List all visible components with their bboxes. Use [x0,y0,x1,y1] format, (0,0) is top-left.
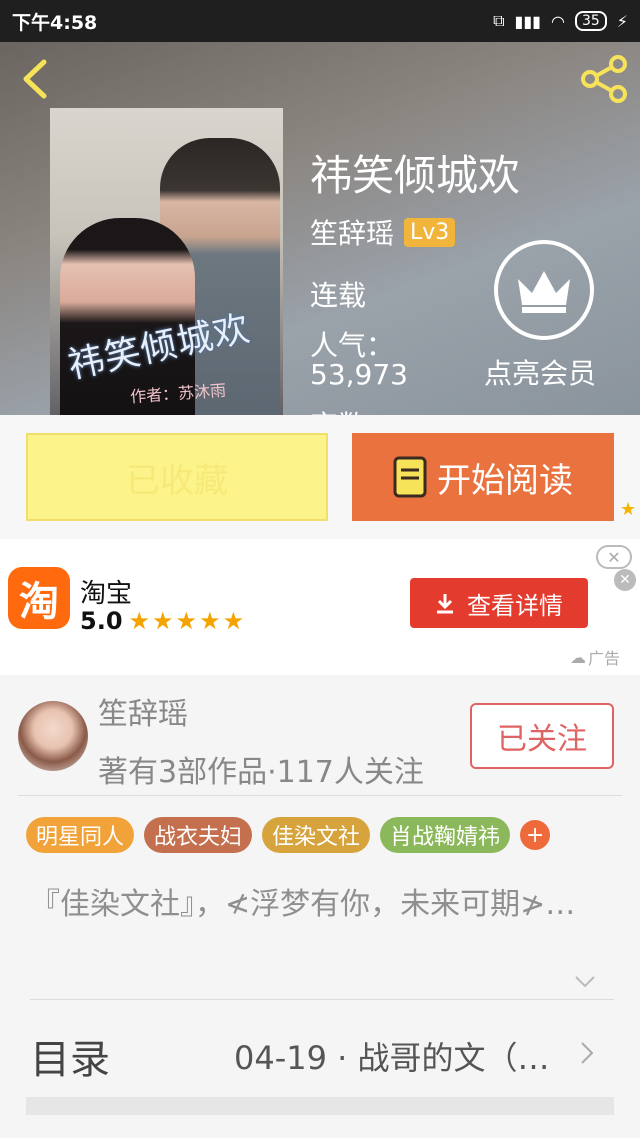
chevron-down-icon[interactable] [574,975,596,989]
signal-icon: ▮▮▮ [514,11,541,31]
popularity-value: 53,973 [310,358,408,391]
author-line: 笙辞瑶 Lv3 [310,212,456,252]
back-icon[interactable] [16,56,56,102]
rotate-icon: ⧉ [493,11,505,30]
ad-stars: ★★★★★ [128,607,247,635]
level-badge: Lv3 [404,217,456,247]
battery-icon: 35 [574,11,607,31]
taobao-logo: 淘 [8,567,70,629]
ad-close-icon[interactable]: ✕ [596,545,632,569]
toc-latest-chapter[interactable]: 04-19 · 战哥的文（… [234,1033,550,1079]
tag-item[interactable]: 佳染文社 [262,817,371,853]
chevron-right-icon[interactable] [580,1041,594,1065]
ad-banner[interactable]: 淘 淘宝 5.0 ★★★★★ 查看详情 ✕ ✕ ☁ 广告 [0,539,640,675]
ad-app-name: 淘宝 [80,579,133,609]
share-icon[interactable] [580,54,628,104]
ad-dismiss-icon[interactable]: ✕ [614,569,636,591]
tag-list: 明星同人 战衣夫妇 佳染文社 肖战鞠婧祎 + [26,817,551,853]
serial-status: 连载 [310,279,367,312]
cloud-icon: ☁ [570,647,586,667]
crown-icon [518,271,570,313]
book-title: 祎笑倾城欢 [310,151,521,200]
author-name[interactable]: 笙辞瑶 [310,212,394,252]
toc-label[interactable]: 目录 [30,1027,110,1085]
tag-item[interactable]: 肖战鞠婧祎 [380,817,511,853]
author-avatar[interactable] [18,701,88,771]
status-bar: 下午4:58 ⧉ ▮▮▮ ◠ 35 ⚡ [0,0,640,42]
ad-rating: 5.0 ★★★★★ [80,607,246,635]
wordcount-label: 字数 [310,404,366,415]
ad-tag-label: 广告 [588,649,621,668]
book-header: 祎笑倾城欢 作者：苏沐雨 祎笑倾城欢 笙辞瑶 Lv3 连载 人气： 53,973… [0,42,640,415]
author-stats: 著有3部作品·117人关注 [98,755,424,790]
star-icon: ★ [620,499,637,520]
wifi-icon: ◠ [550,11,565,31]
start-reading-button[interactable]: 开始阅读 [352,433,614,521]
tag-item[interactable]: 明星同人 [26,817,135,853]
follow-button[interactable]: 已关注 [470,703,614,769]
more-tags-button[interactable]: + [520,820,551,850]
charging-icon: ⚡ [616,11,628,31]
status-time: 下午4:58 [12,11,98,34]
footer-bar [26,1097,614,1115]
book-cover[interactable]: 祎笑倾城欢 作者：苏沐雨 [50,108,283,415]
ad-detail-label: 查看详情 [467,591,563,620]
ad-tag: ☁ 广告 [570,645,620,669]
tag-item[interactable]: 战衣夫妇 [144,817,253,853]
status-icons: ⧉ ▮▮▮ ◠ 35 ⚡ [493,11,628,31]
author-profile-name[interactable]: 笙辞瑶 [98,689,188,733]
vip-button[interactable] [494,240,594,340]
download-icon [437,594,453,614]
author-section: 笙辞瑶 著有3部作品·117人关注 已关注 明星同人 战衣夫妇 佳染文社 肖战鞠… [0,675,640,1138]
collected-button[interactable]: 已收藏 [26,433,328,521]
divider [30,999,614,1000]
start-reading-label: 开始阅读 [437,460,573,501]
book-icon [393,456,427,498]
ad-rating-value: 5.0 [80,607,123,635]
action-row: 已收藏 开始阅读 ★ [0,415,640,539]
ad-detail-button[interactable]: 查看详情 [410,578,588,628]
divider [18,795,622,796]
vip-label[interactable]: 点亮会员 [484,352,596,392]
book-intro[interactable]: 『佳染文社』，≮浮梦有你，未来可期≯… [30,883,610,927]
